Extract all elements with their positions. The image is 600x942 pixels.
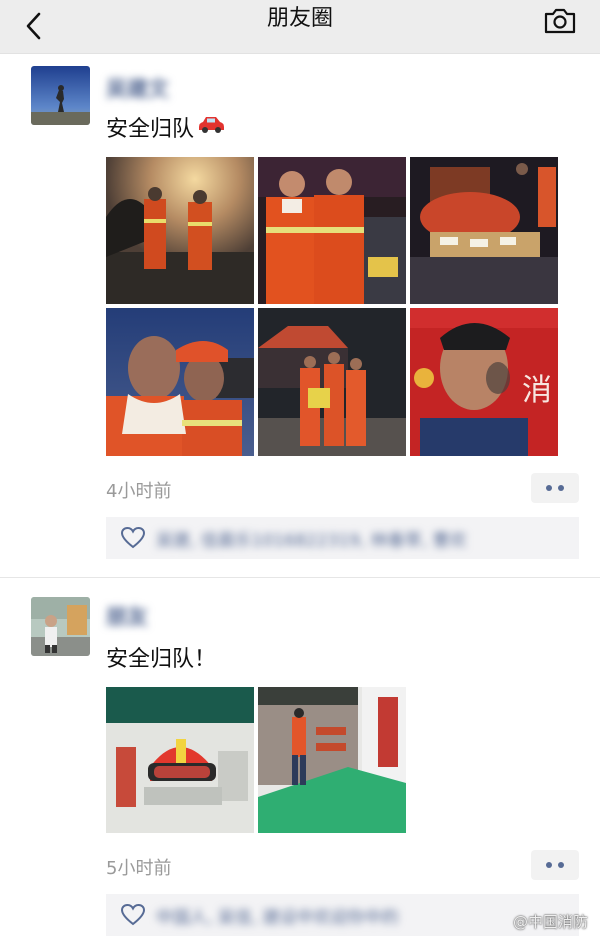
svg-text:消: 消: [522, 373, 552, 408]
post-text-content: 安全归队: [106, 117, 195, 142]
username[interactable]: 吴建文: [106, 76, 169, 102]
username[interactable]: 朋友: [106, 604, 148, 630]
camera-icon: [544, 8, 576, 34]
photo-thumbnail[interactable]: [410, 157, 558, 304]
post-timestamp: 5小时前: [106, 858, 172, 879]
post-text: 安全归队: [106, 112, 226, 142]
photo-thumbnail[interactable]: [258, 308, 406, 456]
post-divider: [0, 577, 600, 578]
dot-icon: [546, 862, 552, 868]
post-text-content: 安全归队！: [106, 647, 217, 672]
heart-icon: [120, 903, 146, 926]
photo-thumbnail[interactable]: [106, 687, 254, 833]
photo-thumbnail[interactable]: [106, 308, 254, 456]
photo-thumbnail[interactable]: [258, 157, 406, 304]
photo-thumbnail[interactable]: [258, 687, 406, 833]
dot-icon: [546, 485, 552, 491]
watermark: @中国消防: [512, 913, 588, 931]
dot-icon: [558, 485, 564, 491]
page-title: 朋友圈: [266, 6, 333, 31]
navigation-bar: 朋友圈: [0, 0, 600, 54]
heart-icon: [120, 526, 146, 549]
avatar[interactable]: [31, 597, 90, 656]
photo-thumbnail[interactable]: 消: [410, 308, 558, 456]
likes-bar: 吴建, 佳晨乐1016822319, 林春草, 曹欢: [106, 517, 579, 559]
camera-button[interactable]: [540, 4, 580, 38]
likes-names[interactable]: 中国人, 吴佳, 建设中欢迎你中的: [156, 903, 399, 928]
post-text: 安全归队！: [106, 642, 216, 672]
likes-bar: 中国人, 吴佳, 建设中欢迎你中的: [106, 894, 579, 936]
photo-thumbnail[interactable]: [106, 157, 254, 304]
more-options-button[interactable]: [531, 473, 579, 503]
more-options-button[interactable]: [531, 850, 579, 880]
post-timestamp: 4小时前: [106, 481, 172, 502]
likes-names[interactable]: 吴建, 佳晨乐1016822319, 林春草, 曹欢: [156, 526, 467, 551]
car-icon: [196, 113, 226, 141]
avatar[interactable]: [31, 66, 90, 125]
dot-icon: [558, 862, 564, 868]
